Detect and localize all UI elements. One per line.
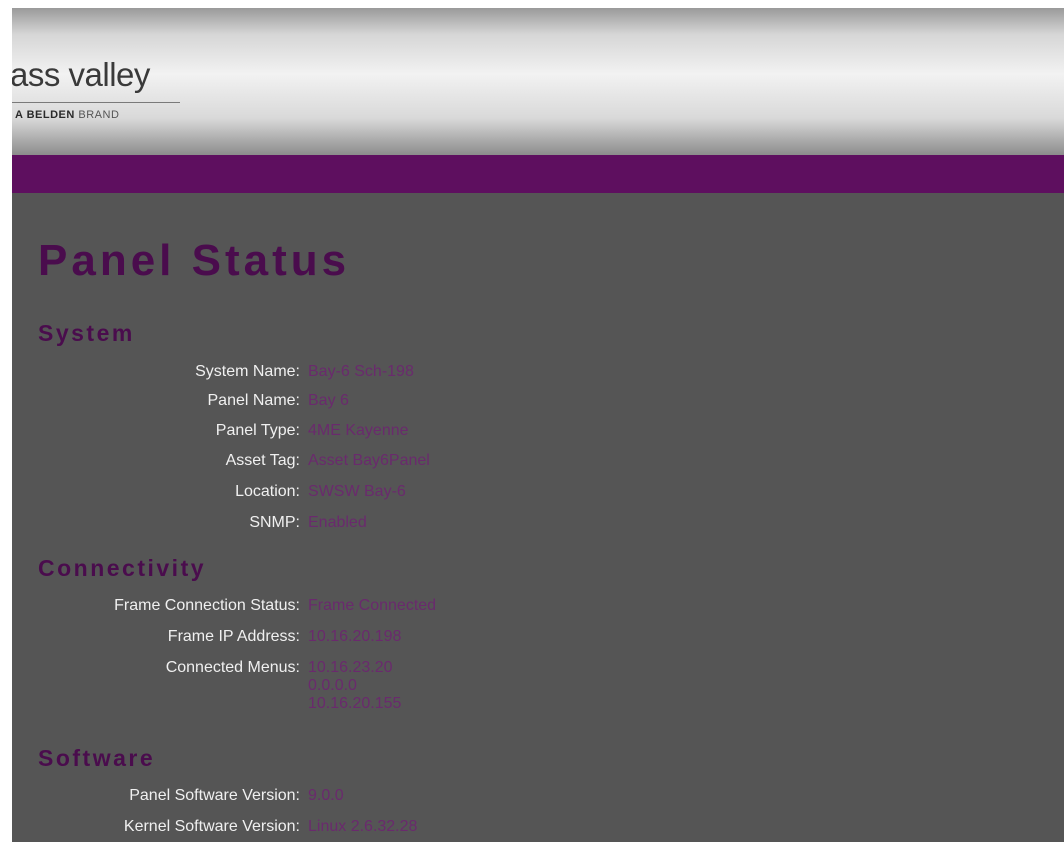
snmp-row: SNMP: Enabled <box>12 514 1064 536</box>
frame-ip-address-label: Frame IP Address: <box>167 628 300 645</box>
section-title-connectivity: Connectivity <box>38 555 207 581</box>
snmp-label: SNMP: <box>249 514 300 531</box>
asset-tag-row: Asset Tag: Asset Bay6Panel <box>12 452 1064 474</box>
logo-brand-light: BRAND <box>78 109 120 121</box>
system-name-row: System Name: Bay-6 Sch-198 <box>12 363 1064 385</box>
system-name-label: System Name: <box>195 363 300 380</box>
frame-ip-address-row: Frame IP Address: 10.16.20.198 <box>12 628 1064 650</box>
kernel-software-version-label: Kernel Software Version: <box>123 818 300 835</box>
panel-type-label: Panel Type: <box>215 422 300 439</box>
panel-status-page: ass valley A BELDEN BRAND Panel Status S… <box>12 8 1064 842</box>
snmp-value: Enabled <box>308 514 367 531</box>
location-value: SWSW Bay-6 <box>308 483 406 500</box>
system-name-value: Bay-6 Sch-198 <box>308 363 414 380</box>
connected-menu-item: 10.16.20.155 <box>308 695 402 712</box>
connected-menus-label: Connected Menus: <box>165 659 300 676</box>
kernel-software-version-value: Linux 2.6.32.28 <box>308 818 418 835</box>
page-title: Panel Status <box>38 236 351 285</box>
frame-connection-status-row: Frame Connection Status: Frame Connected <box>12 597 1064 619</box>
panel-name-value: Bay 6 <box>308 392 349 409</box>
panel-software-version-label: Panel Software Version: <box>129 787 300 804</box>
panel-software-version-row: Panel Software Version: 9.0.0 <box>12 787 1064 809</box>
frame-ip-address-value: 10.16.20.198 <box>308 628 402 645</box>
logo-brand-line: A BELDEN BRAND <box>15 109 119 121</box>
frame-connection-status-label: Frame Connection Status: <box>114 597 300 614</box>
logo-brand-bold: A BELDEN <box>15 109 75 121</box>
connected-menus-list: 10.16.23.20 0.0.0.0 10.16.20.155 <box>308 659 401 713</box>
logo-wordmark: ass valley <box>12 56 150 93</box>
section-title-system: System <box>38 320 135 346</box>
logo-divider <box>12 102 180 103</box>
accent-band <box>12 155 1064 193</box>
panel-software-version-value: 9.0.0 <box>308 787 344 804</box>
location-row: Location: SWSW Bay-6 <box>12 483 1064 505</box>
location-label: Location: <box>235 483 300 500</box>
header-banner: ass valley A BELDEN BRAND <box>12 8 1064 155</box>
asset-tag-value: Asset Bay6Panel <box>308 452 430 469</box>
section-title-software: Software <box>38 745 156 771</box>
kernel-software-version-row: Kernel Software Version: Linux 2.6.32.28 <box>12 818 1064 840</box>
asset-tag-label: Asset Tag: <box>225 452 300 469</box>
panel-type-row: Panel Type: 4ME Kayenne <box>12 422 1064 444</box>
connected-menus-row: Connected Menus: <box>12 659 1064 681</box>
frame-connection-status-value: Frame Connected <box>308 597 437 614</box>
panel-name-row: Panel Name: Bay 6 <box>12 392 1064 414</box>
connected-menu-item: 10.16.23.20 <box>308 659 393 676</box>
connected-menu-item: 0.0.0.0 <box>308 677 357 694</box>
panel-name-label: Panel Name: <box>207 392 301 409</box>
panel-type-value: 4ME Kayenne <box>308 422 409 439</box>
